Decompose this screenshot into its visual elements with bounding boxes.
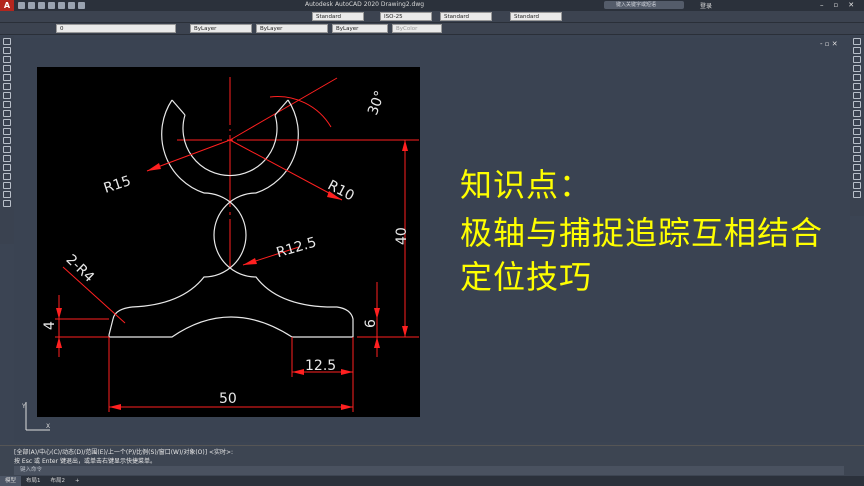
mtext-icon[interactable] [3, 191, 11, 198]
dimension-lines [55, 96, 419, 412]
cad-drawing: 30° R15 R10 R12.5 2-R4 40 4 6 12.5 50 [42, 77, 419, 412]
extend-icon[interactable] [853, 128, 861, 135]
r12-5-label: R12.5 [275, 235, 319, 262]
tab-layout2[interactable]: 布局2 [46, 476, 71, 486]
point-icon[interactable] [3, 146, 11, 153]
trim-icon[interactable] [853, 119, 861, 126]
window-controls: – ▫ ✕ [820, 1, 854, 9]
tab-layout1[interactable]: 布局1 [21, 476, 46, 486]
region-icon[interactable] [3, 173, 11, 180]
chamfer-icon[interactable] [853, 155, 861, 162]
dim-12-5-label: 12.5 [305, 358, 336, 374]
ucs-icon: Y X [22, 402, 50, 431]
command-history-1: [全部(A)/中心(C)/动态(D)/范围(E)/上一个(P)/比例(S)/窗口… [14, 449, 234, 456]
rectangle-icon[interactable] [3, 65, 11, 72]
dim-4-label: 4 [42, 321, 58, 330]
join-icon[interactable] [853, 146, 861, 153]
toolbar-row-1: Standard ISO-25 Standard Standard [0, 11, 864, 23]
undo-icon[interactable] [68, 2, 75, 9]
polygon-icon[interactable] [3, 56, 11, 63]
circle-icon[interactable] [3, 83, 11, 90]
hatch-icon[interactable] [3, 155, 11, 162]
overlay-line-3: 定位技巧 [460, 258, 593, 296]
two-r4-label: 2-R4 [63, 252, 98, 286]
matchprop-icon[interactable] [853, 191, 861, 198]
window-title: Autodesk AutoCAD 2020 Drawing2.dwg [305, 1, 425, 8]
spline-icon[interactable] [3, 101, 11, 108]
overlay-title: 知识点： [460, 166, 593, 204]
draw-toolbar [0, 36, 14, 244]
maximize-icon[interactable]: ▫ [834, 1, 839, 9]
array-icon[interactable] [853, 74, 861, 81]
dim-50-label: 50 [219, 391, 237, 407]
part-outline [108, 99, 354, 338]
angle-label: 30° [365, 89, 389, 118]
polyline-icon[interactable] [3, 47, 11, 54]
svg-text:X: X [46, 423, 50, 430]
rotate-icon[interactable] [853, 92, 861, 99]
insert-block-icon[interactable] [3, 128, 11, 135]
mirror-icon[interactable] [853, 56, 861, 63]
command-input[interactable]: 键入命令 [14, 466, 844, 475]
line-icon[interactable] [3, 38, 11, 45]
color-select[interactable]: ByLayer [190, 24, 252, 33]
make-block-icon[interactable] [3, 137, 11, 144]
explode-icon[interactable] [853, 173, 861, 180]
user-login[interactable]: 登录 [700, 1, 712, 10]
title-bar: A Autodesk AutoCAD 2020 Drawing2.dwg 键入关… [0, 0, 864, 11]
ellipse-arc-icon[interactable] [3, 119, 11, 126]
gradient-icon[interactable] [3, 164, 11, 171]
save-icon[interactable] [38, 2, 45, 9]
dim-40-label: 40 [394, 227, 410, 245]
layer-select[interactable]: 0 [56, 24, 176, 33]
add-layout-button[interactable]: + [70, 476, 85, 486]
r15-label: R15 [102, 173, 133, 197]
toolbar-row-2: 0 ByLayer ByLayer ByLayer ByColor [0, 23, 864, 35]
autocad-logo-button[interactable]: A [0, 0, 14, 11]
dim-6-label: 6 [363, 319, 379, 328]
quick-access-toolbar [18, 2, 85, 9]
close-icon[interactable]: ✕ [848, 1, 854, 9]
move-icon[interactable] [853, 83, 861, 90]
mleader-style-select[interactable]: Standard [510, 12, 562, 21]
tab-model[interactable]: 模型 [0, 476, 22, 486]
lineweight-select[interactable]: ByLayer [332, 24, 388, 33]
linetype-select[interactable]: ByLayer [256, 24, 328, 33]
stretch-icon[interactable] [853, 110, 861, 117]
ellipse-icon[interactable] [3, 110, 11, 117]
fillet-icon[interactable] [853, 164, 861, 171]
r10-label: R10 [325, 177, 357, 204]
search-input[interactable]: 键入关键字或短语 [604, 1, 684, 9]
command-history-2: 按 Esc 或 Enter 键退出，或单击右键显示快捷菜单。 [14, 458, 156, 465]
overlay-line-2: 极轴与捕捉追踪互相结合 [460, 214, 824, 252]
plot-icon[interactable] [58, 2, 65, 9]
break-icon[interactable] [853, 137, 861, 144]
add-selected-icon[interactable] [3, 200, 11, 207]
new-icon[interactable] [18, 2, 25, 9]
plotstyle-select[interactable]: ByColor [392, 24, 442, 33]
text-style-select[interactable]: Standard [312, 12, 364, 21]
status-bar: 模型 布局1 布局2 + [0, 476, 864, 486]
save-as-icon[interactable] [48, 2, 55, 9]
offset-icon[interactable] [853, 65, 861, 72]
svg-text:Y: Y [22, 403, 26, 410]
copy-icon[interactable] [853, 47, 861, 54]
redo-icon[interactable] [78, 2, 85, 9]
modify-toolbar [850, 36, 864, 216]
table-style-select[interactable]: Standard [440, 12, 492, 21]
drawing-panel: 30° R15 R10 R12.5 2-R4 40 4 6 12.5 50 [37, 67, 420, 417]
viewport-controls[interactable]: - ▫ ✕ [820, 40, 838, 48]
scale-icon[interactable] [853, 101, 861, 108]
table-icon[interactable] [3, 182, 11, 189]
minimize-icon[interactable]: – [820, 1, 824, 9]
arc-icon[interactable] [3, 74, 11, 81]
properties-icon[interactable] [853, 182, 861, 189]
dim-style-select[interactable]: ISO-25 [380, 12, 432, 21]
revcloud-icon[interactable] [3, 92, 11, 99]
dimension-texts: 30° R15 R10 R12.5 2-R4 40 4 6 12.5 50 [42, 89, 410, 407]
erase-icon[interactable] [853, 38, 861, 45]
open-icon[interactable] [28, 2, 35, 9]
